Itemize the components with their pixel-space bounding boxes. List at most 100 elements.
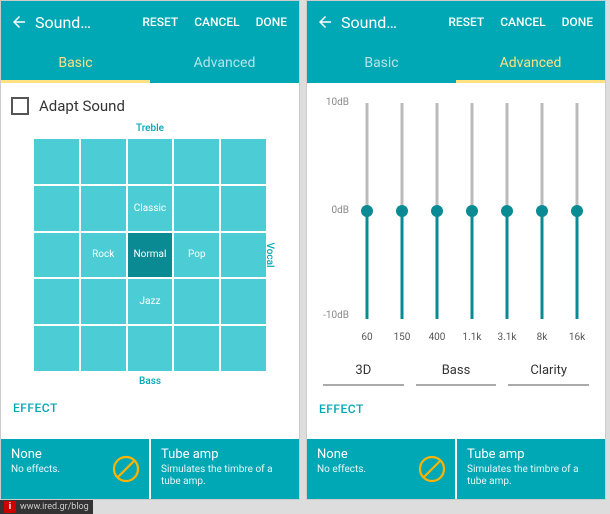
eq-ylabel-mid: 0dB	[332, 205, 350, 216]
grid-cell[interactable]	[128, 139, 173, 184]
slider-thumb-icon	[361, 205, 373, 217]
slider-thumb-icon	[466, 205, 478, 217]
prohibit-icon	[111, 454, 141, 484]
prohibit-icon	[417, 454, 447, 484]
eq-slider-400[interactable]	[425, 103, 449, 319]
equalizer: 10dB 0dB -10dB 60 150 400 1	[317, 99, 595, 349]
grid-cell[interactable]	[174, 326, 219, 371]
grid-cell[interactable]	[34, 139, 79, 184]
tab-basic[interactable]: Basic	[307, 43, 456, 83]
arrow-left-icon	[10, 13, 28, 31]
eq-band-label: 8k	[530, 332, 554, 343]
effect-tube-title: Tube amp	[467, 447, 595, 462]
effects-row: None No effects. Tube amp Simulates the …	[307, 439, 605, 499]
sound-grid: Treble Bass Instrument Vocal Classic	[20, 125, 280, 385]
tab-bar: Basic Advanced	[1, 43, 299, 83]
eq-band-label: 60	[355, 332, 379, 343]
eq-slider-1-1k[interactable]	[460, 103, 484, 319]
grid-cell[interactable]	[81, 279, 126, 324]
tab-advanced[interactable]: Advanced	[150, 43, 299, 83]
eq-band-label: 1.1k	[460, 332, 484, 343]
tab-basic[interactable]: Basic	[1, 43, 150, 83]
effect-heading: EFFECT	[319, 402, 595, 416]
grid-cell[interactable]	[34, 186, 79, 231]
source-footer: i www.ired.gr/blog	[0, 500, 93, 514]
grid-cell[interactable]	[174, 279, 219, 324]
cancel-button[interactable]: CANCEL	[492, 7, 553, 37]
axis-treble: Treble	[136, 123, 164, 134]
effect-heading: EFFECT	[13, 401, 289, 415]
eq-slider-150[interactable]	[390, 103, 414, 319]
grid-cell[interactable]	[221, 233, 266, 278]
eq-slider-3-1k[interactable]	[495, 103, 519, 319]
back-button[interactable]	[5, 8, 33, 36]
effect-none[interactable]: None No effects.	[307, 439, 455, 499]
reset-button[interactable]: RESET	[440, 7, 492, 37]
grid-cell[interactable]	[81, 326, 126, 371]
app-header: Sound… RESET CANCEL DONE	[1, 1, 299, 43]
grid-cell[interactable]	[221, 139, 266, 184]
preset-classic[interactable]: Classic	[128, 186, 173, 231]
eq-ylabel-top: 10dB	[326, 97, 349, 108]
grid-cell[interactable]	[81, 186, 126, 231]
grid-cell[interactable]	[174, 139, 219, 184]
grid-cell[interactable]	[34, 326, 79, 371]
done-button[interactable]: DONE	[554, 7, 601, 37]
slider-thumb-icon	[571, 205, 583, 217]
effect-tube-title: Tube amp	[161, 447, 289, 462]
cancel-button[interactable]: CANCEL	[186, 7, 247, 37]
eq-slider-16k[interactable]	[565, 103, 589, 319]
eq-band-label: 16k	[565, 332, 589, 343]
axis-bass: Bass	[139, 376, 161, 387]
slider-thumb-icon	[536, 205, 548, 217]
effect-tube-desc: Simulates the timbre of a tube amp.	[467, 464, 595, 488]
tab-bar: Basic Advanced	[307, 43, 605, 83]
eq-slider-60[interactable]	[355, 103, 379, 319]
grid-cell[interactable]	[81, 139, 126, 184]
sound-effects-row: 3D Bass Clarity	[317, 357, 595, 386]
effect-tube[interactable]: Tube amp Simulates the timbre of a tube …	[457, 439, 605, 499]
grid-cell[interactable]	[34, 233, 79, 278]
basic-content: Adapt Sound Treble Bass Instrument Vocal…	[1, 83, 299, 439]
sfx-clarity[interactable]: Clarity	[508, 357, 589, 386]
phone-advanced: Sound… RESET CANCEL DONE Basic Advanced …	[306, 0, 606, 500]
grid-cell[interactable]	[221, 279, 266, 324]
preset-pop[interactable]: Pop	[174, 233, 219, 278]
back-button[interactable]	[311, 8, 339, 36]
arrow-left-icon	[316, 13, 334, 31]
page-title: Sound…	[341, 13, 411, 32]
done-button[interactable]: DONE	[248, 7, 295, 37]
grid-cell[interactable]	[221, 186, 266, 231]
effects-row: None No effects. Tube amp Simulates the …	[1, 439, 299, 499]
effect-tube[interactable]: Tube amp Simulates the timbre of a tube …	[151, 439, 299, 499]
eq-slider-8k[interactable]	[530, 103, 554, 319]
grid-cell[interactable]	[221, 326, 266, 371]
eq-band-label: 150	[390, 332, 414, 343]
effect-tube-desc: Simulates the timbre of a tube amp.	[161, 464, 289, 488]
slider-thumb-icon	[501, 205, 513, 217]
eq-ylabel-bot: -10dB	[323, 310, 349, 321]
preset-normal[interactable]: Normal	[128, 233, 173, 278]
source-url: www.ired.gr/blog	[20, 502, 89, 512]
preset-rock[interactable]: Rock	[81, 233, 126, 278]
source-badge-icon: i	[4, 501, 16, 513]
app-header: Sound… RESET CANCEL DONE	[307, 1, 605, 43]
reset-button[interactable]: RESET	[134, 7, 186, 37]
grid-cell[interactable]	[128, 326, 173, 371]
slider-thumb-icon	[431, 205, 443, 217]
tab-advanced[interactable]: Advanced	[456, 43, 605, 83]
page-title: Sound…	[35, 13, 105, 32]
advanced-content: 10dB 0dB -10dB 60 150 400 1	[307, 83, 605, 439]
sfx-3d[interactable]: 3D	[323, 357, 404, 386]
slider-thumb-icon	[396, 205, 408, 217]
grid-cell[interactable]	[174, 186, 219, 231]
sfx-bass[interactable]: Bass	[416, 357, 497, 386]
phone-basic: Sound… RESET CANCEL DONE Basic Advanced …	[0, 0, 300, 500]
eq-band-label: 400	[425, 332, 449, 343]
adapt-sound-checkbox[interactable]	[11, 97, 29, 115]
grid-cell[interactable]	[34, 279, 79, 324]
eq-band-label: 3.1k	[495, 332, 519, 343]
preset-jazz[interactable]: Jazz	[128, 279, 173, 324]
adapt-sound-label: Adapt Sound	[39, 97, 125, 115]
effect-none[interactable]: None No effects.	[1, 439, 149, 499]
